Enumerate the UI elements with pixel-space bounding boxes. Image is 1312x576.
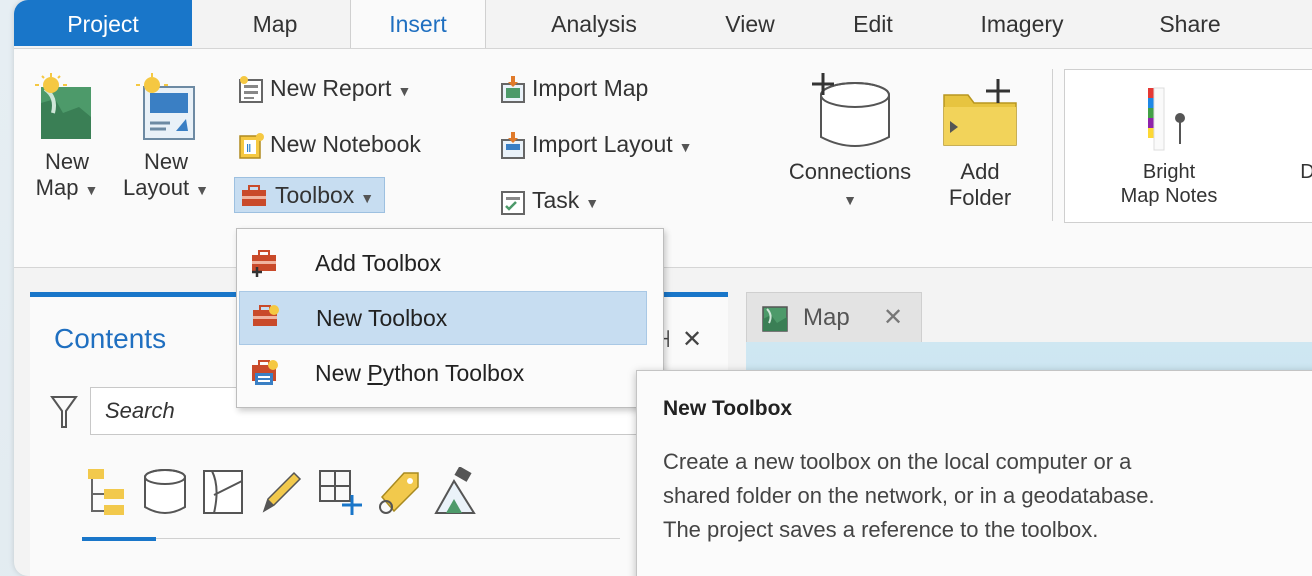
chevron-down-icon: ▼ xyxy=(397,83,412,99)
task-icon xyxy=(501,190,525,215)
bright-map-notes-button[interactable]: Bright Map Notes xyxy=(1099,84,1239,208)
new-map-label-2: Map xyxy=(35,175,79,200)
tooltip-title: New Toolbox xyxy=(663,397,793,420)
import-layout-label: Import Layout xyxy=(532,131,673,157)
new-notebook-label: New Notebook xyxy=(270,131,421,157)
new-layout-button[interactable]: New Layout ▼ xyxy=(118,73,214,203)
tooltip-description: Create a new toolbox on the local comput… xyxy=(663,445,1312,547)
add-folder-label-1: Add xyxy=(960,159,1000,184)
new-map-label-1: New xyxy=(44,149,89,174)
map-view-tab[interactable]: Map ✕ xyxy=(746,292,922,343)
connections-label: Connections xyxy=(788,159,912,184)
new-toolbox-tooltip: New Toolbox Create a new toolbox on the … xyxy=(636,370,1312,576)
new-notebook-button[interactable]: Ⅱ New Notebook xyxy=(236,127,421,161)
map-icon xyxy=(762,306,788,332)
new-report-button[interactable]: New Report ▼ xyxy=(236,71,411,105)
list-by-drawing-order-icon[interactable] xyxy=(82,467,128,522)
menu-label-part: ython Toolbox xyxy=(382,360,525,386)
bright-map-notes-label-1: Bright xyxy=(1142,161,1196,183)
tooltip-line: The project saves a reference to the too… xyxy=(663,517,1099,542)
toolbox-label: Toolbox xyxy=(275,182,355,208)
tab-view[interactable]: View xyxy=(700,0,800,46)
dark-map-notes-label-1: Da xyxy=(1300,161,1312,183)
contents-title: Contents xyxy=(54,323,167,354)
tab-map[interactable]: Map xyxy=(220,0,330,46)
bright-map-notes-label-2: Map Notes xyxy=(1120,185,1218,207)
list-by-labeling-icon[interactable] xyxy=(374,467,420,522)
tooltip-line: Create a new toolbox on the local comput… xyxy=(663,449,1132,474)
toolbar-separator xyxy=(156,538,620,539)
ribbon-tabbar: Project Map Insert Analysis View Edit Im… xyxy=(14,0,1312,48)
toolbox-button[interactable]: Toolbox ▼ xyxy=(234,177,386,213)
new-report-label: New Report xyxy=(270,75,392,101)
chevron-down-icon: ▼ xyxy=(360,190,375,206)
map-tab-label: Map xyxy=(803,304,850,331)
chevron-down-icon: ▼ xyxy=(585,195,600,211)
menu-item-add-toolbox[interactable]: Add Toolbox xyxy=(239,237,645,289)
dark-map-notes-label-2: N xyxy=(1283,184,1312,208)
close-icon[interactable]: ✕ xyxy=(883,293,903,343)
layer-template-gallery: Bright Map Notes Da N xyxy=(1064,69,1312,223)
new-toolbox-icon xyxy=(253,305,279,326)
list-by-data-source-icon[interactable] xyxy=(142,467,188,522)
menu-item-label: Add Toolbox xyxy=(315,250,442,276)
active-view-indicator xyxy=(82,537,156,541)
new-layout-icon xyxy=(136,73,195,140)
menu-label-accelerator: P xyxy=(367,360,383,386)
svg-text:Ⅱ: Ⅱ xyxy=(246,143,251,155)
ribbon-divider xyxy=(1052,69,1053,221)
toolbox-icon xyxy=(242,184,266,206)
import-map-button[interactable]: Import Map xyxy=(498,71,648,105)
add-folder-icon xyxy=(943,79,1017,146)
import-layout-icon xyxy=(501,131,525,159)
list-by-snapping-icon[interactable] xyxy=(316,467,362,522)
filter-icon[interactable] xyxy=(50,395,78,429)
chevron-down-icon: ▼ xyxy=(84,182,99,198)
map-notes-icon xyxy=(1293,84,1312,154)
add-toolbox-icon xyxy=(252,250,276,277)
list-by-selection-icon[interactable] xyxy=(200,467,246,522)
dark-map-notes-button[interactable]: Da N xyxy=(1283,84,1312,208)
toolbox-dropdown-menu: Add Toolbox New Toolbox New Python Toolb… xyxy=(236,228,664,408)
menu-label-part: New xyxy=(315,360,368,386)
chevron-down-icon: ▼ xyxy=(843,192,857,208)
new-map-button[interactable]: New Map ▼ xyxy=(32,73,102,203)
new-python-toolbox-icon xyxy=(252,360,278,385)
tab-share[interactable]: Share xyxy=(1140,0,1240,46)
chevron-down-icon: ▼ xyxy=(195,182,209,198)
new-map-icon xyxy=(35,73,91,139)
database-connection-icon xyxy=(812,73,890,147)
close-icon[interactable]: ✕ xyxy=(682,325,702,354)
add-folder-label-2: Folder xyxy=(948,185,1012,210)
new-layout-label-1: New xyxy=(143,149,188,174)
menu-item-new-toolbox[interactable]: New Toolbox xyxy=(239,291,647,345)
import-map-label: Import Map xyxy=(532,75,649,101)
tab-analysis[interactable]: Analysis xyxy=(514,0,674,46)
list-by-perspective-imagery-icon[interactable] xyxy=(432,466,478,522)
arcgis-pro-window: Project Map Insert Analysis View Edit Im… xyxy=(14,0,1312,576)
new-layout-label-2: Layout xyxy=(123,175,190,200)
task-label: Task xyxy=(532,187,580,213)
import-map-icon xyxy=(501,75,525,103)
tab-insert[interactable]: Insert xyxy=(350,0,486,48)
tab-imagery[interactable]: Imagery xyxy=(962,0,1082,46)
tooltip-line: shared folder on the network, or in a ge… xyxy=(663,483,1155,508)
menu-item-new-python-toolbox[interactable]: New Python Toolbox xyxy=(239,347,645,399)
tab-edit[interactable]: Edit xyxy=(828,0,918,46)
menu-item-label: New Python Toolbox xyxy=(315,347,524,399)
menu-item-label: New Toolbox xyxy=(316,305,448,331)
import-layout-button[interactable]: Import Layout ▼ xyxy=(498,127,693,161)
connections-button[interactable]: Connections ▼ xyxy=(770,73,930,213)
chevron-down-icon: ▼ xyxy=(678,139,693,155)
add-folder-button[interactable]: Add Folder xyxy=(934,73,1026,211)
list-by-editing-icon[interactable] xyxy=(258,467,304,522)
map-notes-icon xyxy=(1148,87,1185,151)
report-icon xyxy=(239,75,263,103)
task-button[interactable]: Task ▼ xyxy=(498,183,599,217)
notebook-icon: Ⅱ xyxy=(239,132,264,159)
tab-project[interactable]: Project xyxy=(14,0,192,46)
